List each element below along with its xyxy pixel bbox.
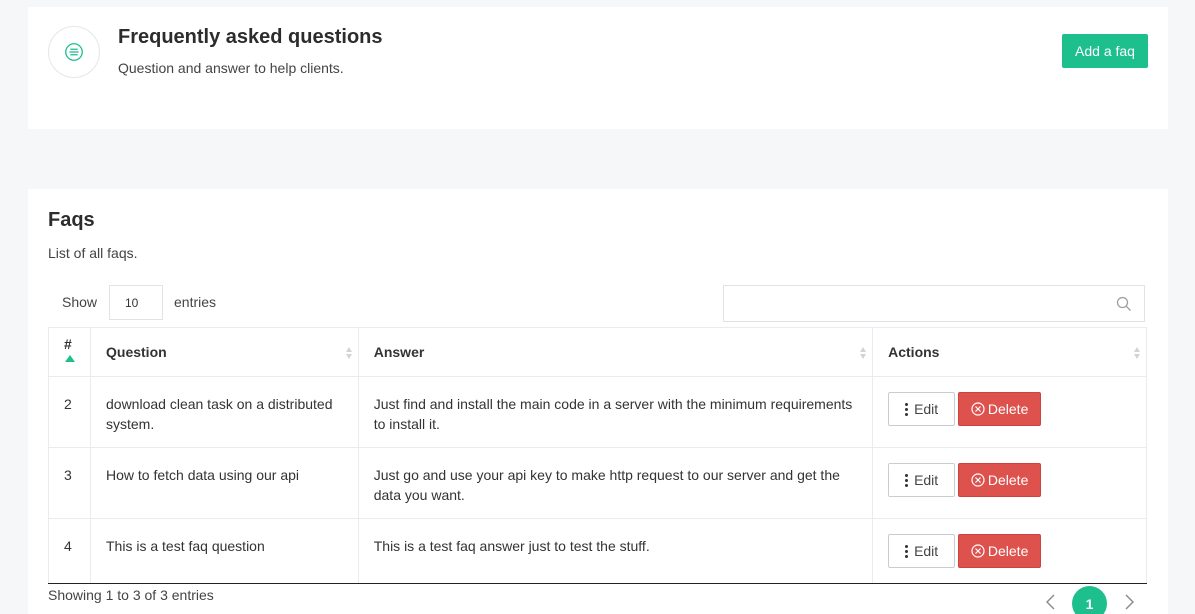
column-header-number[interactable]: # — [48, 327, 91, 377]
table-row: 4 This is a test faq question This is a … — [48, 518, 1147, 584]
row-question: This is a test faq question — [90, 518, 359, 584]
add-faq-button[interactable]: Add a faq — [1062, 34, 1148, 68]
edit-button[interactable]: Edit — [888, 463, 956, 497]
close-circle-icon — [971, 544, 985, 558]
edit-button[interactable]: Edit — [888, 392, 956, 426]
row-question: How to fetch data using our api — [90, 447, 359, 519]
faqs-title: Faqs — [48, 209, 95, 231]
faqs-card: Faqs List of all faqs. Show 10 entries #… — [28, 189, 1168, 614]
row-actions: Edit Delete — [872, 447, 1147, 519]
sort-icon — [860, 347, 867, 359]
page-button-current[interactable]: 1 — [1072, 586, 1107, 614]
row-actions: Edit Delete — [872, 376, 1147, 448]
faqs-table: # Question Answer Actions 2 download cle… — [48, 327, 1147, 584]
entries-select[interactable]: 10 — [109, 285, 163, 320]
row-id: 4 — [48, 518, 91, 584]
more-vertical-icon — [905, 544, 909, 558]
page-header-card: Frequently asked questions Question and … — [28, 7, 1168, 129]
row-answer: Just go and use your api key to make htt… — [357, 447, 874, 519]
row-answer: Just find and install the main code in a… — [357, 376, 874, 448]
delete-button[interactable]: Delete — [958, 392, 1042, 426]
chevron-right-icon[interactable] — [1122, 593, 1136, 611]
row-answer: This is a test faq answer just to test t… — [357, 518, 874, 584]
search-icon — [1116, 296, 1131, 311]
table-row: 2 download clean task on a distributed s… — [48, 376, 1147, 448]
close-circle-icon — [971, 402, 985, 416]
search-input[interactable] — [723, 285, 1145, 322]
column-header-answer[interactable]: Answer — [357, 327, 874, 377]
more-vertical-icon — [905, 402, 909, 416]
sort-asc-icon — [65, 355, 75, 362]
delete-button[interactable]: Delete — [958, 534, 1042, 568]
more-vertical-icon — [905, 473, 909, 487]
column-header-question[interactable]: Question — [90, 327, 359, 377]
show-label: Show — [62, 294, 98, 310]
column-header-actions[interactable]: Actions — [872, 327, 1147, 377]
sort-icon — [345, 347, 352, 359]
row-actions: Edit Delete — [872, 518, 1147, 584]
faqs-subtitle: List of all faqs. — [48, 245, 138, 261]
row-id: 2 — [48, 376, 91, 448]
delete-button[interactable]: Delete — [958, 463, 1042, 497]
page-title: Frequently asked questions — [118, 26, 383, 48]
close-circle-icon — [971, 473, 985, 487]
table-info: Showing 1 to 3 of 3 entries — [48, 587, 214, 603]
chevron-left-icon[interactable] — [1044, 593, 1058, 611]
row-id: 3 — [48, 447, 91, 519]
sort-icon — [1134, 347, 1140, 359]
row-question: download clean task on a distributed sys… — [90, 376, 359, 448]
faq-icon — [48, 26, 100, 78]
edit-button[interactable]: Edit — [888, 534, 956, 568]
entries-label: entries — [174, 294, 217, 310]
table-header-row: # Question Answer Actions — [48, 327, 1147, 377]
page-subtitle: Question and answer to help clients. — [118, 60, 344, 76]
table-row: 3 How to fetch data using our api Just g… — [48, 447, 1147, 519]
